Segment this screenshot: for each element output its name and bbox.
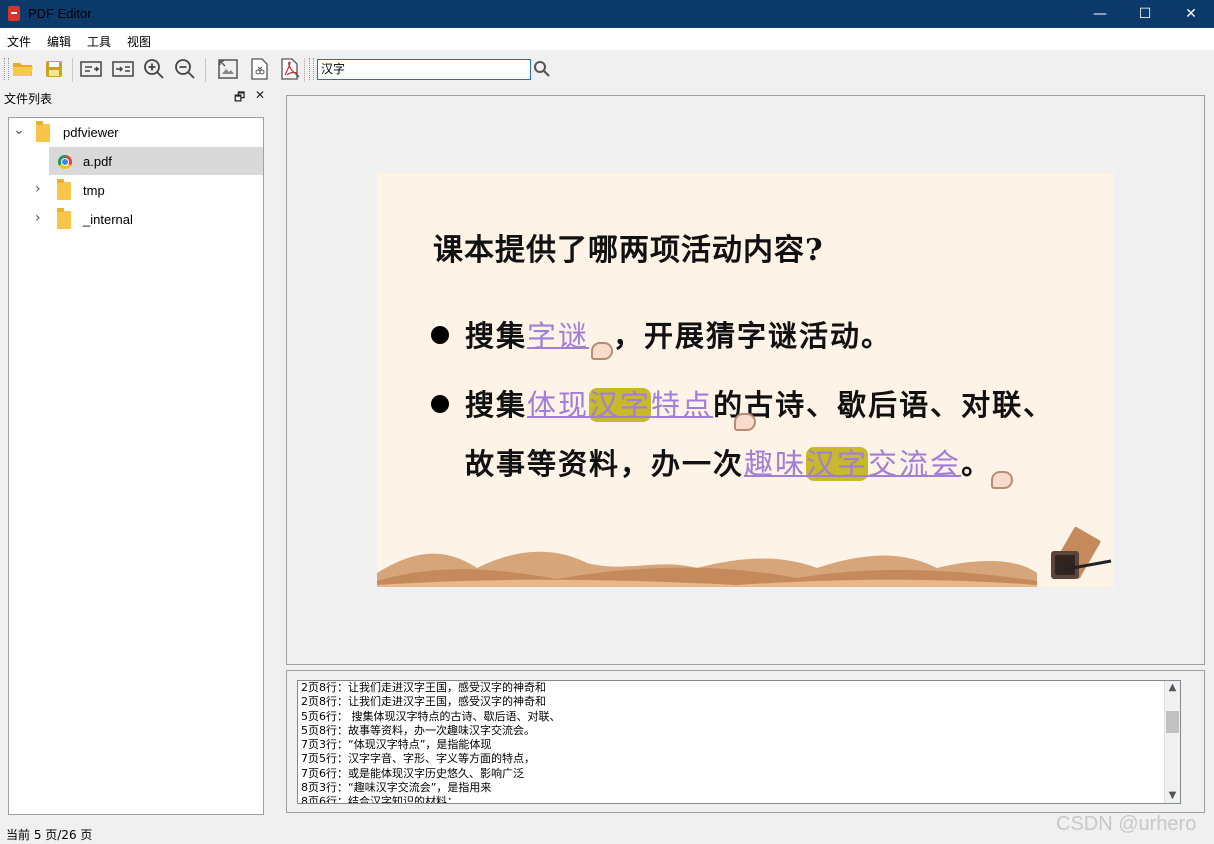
text-run: 。: [961, 447, 993, 481]
text-extract-right-icon[interactable]: [111, 57, 135, 81]
slide-line-2: 搜集体现汉字特点的古诗、歇后语、对联、: [465, 382, 1054, 424]
output-panel: 2页8行：让我们走进汉字王国，感受汉字的神奇和 2页8行：让我们走进汉字王国，感…: [286, 670, 1205, 813]
search-icon[interactable]: [531, 58, 553, 80]
dock-title: 文件列表: [4, 92, 53, 106]
zoom-out-icon[interactable]: [173, 57, 197, 81]
tree-label: a.pdf: [83, 154, 112, 169]
result-line: 7页6行：或是能体现汉字历史悠久、影响广泛: [301, 766, 524, 780]
search-results-text[interactable]: 2页8行：让我们走进汉字王国，感受汉字的神奇和 2页8行：让我们走进汉字王国，感…: [297, 680, 1181, 804]
tree-label: tmp: [83, 183, 105, 198]
search-highlight: 汉字: [806, 447, 869, 481]
text-run: 体现: [527, 388, 590, 422]
watermark: CSDN @urhero: [1056, 813, 1197, 835]
folder-icon: [36, 121, 50, 142]
hand-pointer-icon: [991, 471, 1013, 489]
tree-item-a-pdf[interactable]: a.pdf: [9, 147, 263, 175]
slide-question: 课本提供了哪两项活动内容?: [433, 233, 824, 268]
toolbar-separator: [304, 58, 305, 82]
text-run: 的古诗、歇后语、对联、: [713, 388, 1055, 422]
scroll-down-icon[interactable]: ▼: [1165, 789, 1180, 803]
maximize-button[interactable]: ☐: [1122, 0, 1168, 28]
result-line: 7页3行：“体现汉字特点”，是指能体现: [301, 738, 492, 752]
text-extract-left-icon[interactable]: [79, 57, 103, 81]
chevron-right-icon[interactable]: ›: [35, 181, 41, 197]
mountains-decoration: [377, 551, 1037, 587]
save-icon[interactable]: [42, 57, 66, 81]
slide-link[interactable]: 体现汉字特点: [527, 388, 713, 422]
tree-label: _internal: [83, 212, 133, 227]
slide-line-1: 搜集字谜 ，开展猜字谜活动。: [465, 313, 892, 360]
result-line: 8页3行：“趣味汉字交流会”，是指用来: [301, 781, 492, 795]
vertical-scrollbar[interactable]: ▲ ▼: [1164, 681, 1180, 803]
search-highlight: 汉字: [589, 388, 652, 422]
minimize-button[interactable]: —: [1077, 0, 1123, 28]
hand-pointer-icon: [591, 342, 614, 360]
ink-stone-decoration: [1051, 526, 1112, 579]
split-icon[interactable]: [247, 57, 271, 81]
menu-tools[interactable]: 工具: [87, 33, 111, 50]
image-extract-icon[interactable]: [216, 57, 240, 81]
tree-item-tmp[interactable]: › tmp: [9, 176, 263, 204]
toolbar-grip[interactable]: [4, 58, 9, 80]
menu-edit[interactable]: 编辑: [47, 33, 71, 50]
result-line: 5页8行：故事等资料，办一次趣味汉字交流会。: [301, 723, 535, 737]
slide-link[interactable]: 趣味汉字交流会: [744, 447, 961, 481]
tree-item-pdfviewer[interactable]: ⌄ pdfviewer: [9, 118, 263, 146]
status-page-indicator: 当前 5 页/26 页: [6, 828, 93, 842]
chrome-file-icon: [58, 155, 72, 169]
scroll-up-icon[interactable]: ▲: [1165, 681, 1180, 695]
result-line: 2页8行：让我们走进汉字王国，感受汉字的神奇和: [301, 695, 546, 709]
pdf-app-icon: [8, 6, 20, 21]
pdf-page: 课本提供了哪两项活动内容? 搜集字谜 ，开展猜字谜活动。 搜集体现汉字特点的古诗、…: [377, 173, 1114, 587]
chevron-right-icon[interactable]: ›: [35, 210, 41, 226]
bullet-icon: [431, 326, 449, 344]
folder-icon: [57, 208, 71, 229]
text-run: 趣味: [744, 447, 807, 481]
toolbar-separator: [205, 58, 206, 82]
text-run: ，开展猜字谜活动。: [613, 319, 893, 353]
text-run: 搜集: [465, 319, 528, 353]
tree-label: pdfviewer: [63, 125, 119, 140]
result-line: 7页5行：汉字字音、字形、字义等方面的特点，: [301, 752, 535, 766]
menu-bar: [0, 28, 1214, 50]
pdf-convert-icon[interactable]: [278, 57, 302, 81]
result-line: 5页6行： 搜集体现汉字特点的古诗、歇后语、对联、: [301, 709, 561, 723]
folder-icon: [57, 179, 71, 200]
window-title: PDF Editor: [28, 6, 92, 21]
menu-file[interactable]: 文件: [7, 33, 31, 50]
text-run: 特点: [651, 388, 714, 422]
slide-line-3: 故事等资料，办一次趣味汉字交流会。: [465, 441, 992, 483]
title-bar: [0, 0, 1214, 28]
chevron-down-icon[interactable]: ⌄: [13, 122, 25, 138]
dock-float-button[interactable]: 🗗: [234, 88, 245, 109]
close-button[interactable]: ✕: [1168, 0, 1214, 28]
bullet-icon: [431, 395, 449, 413]
text-run: 故事等资料，办一次: [465, 447, 745, 481]
zoom-in-icon[interactable]: [142, 57, 166, 81]
tree-item-internal[interactable]: › _internal: [9, 205, 263, 233]
file-tree[interactable]: ⌄ pdfviewer a.pdf › tmp › _internal: [8, 117, 264, 815]
toolbar-separator: [72, 58, 73, 82]
search-input[interactable]: 汉字: [317, 59, 531, 80]
toolbar-grip[interactable]: [309, 58, 314, 80]
open-folder-icon[interactable]: [11, 57, 35, 81]
pdf-viewer[interactable]: 课本提供了哪两项活动内容? 搜集字谜 ，开展猜字谜活动。 搜集体现汉字特点的古诗、…: [286, 95, 1205, 665]
selection-highlight: [49, 147, 263, 175]
result-line: 8页6行：结合汉字知识的材料；: [301, 795, 458, 804]
menu-view[interactable]: 视图: [127, 33, 151, 50]
scroll-thumb[interactable]: [1166, 711, 1179, 733]
text-run: 搜集: [465, 388, 528, 422]
slide-link[interactable]: 字谜: [527, 319, 589, 353]
dock-close-button[interactable]: ✕: [255, 88, 265, 102]
result-line: 2页8行：让我们走进汉字王国，感受汉字的神奇和: [301, 681, 546, 694]
hand-pointer-icon: [734, 413, 756, 431]
text-run: 交流会: [868, 447, 962, 481]
